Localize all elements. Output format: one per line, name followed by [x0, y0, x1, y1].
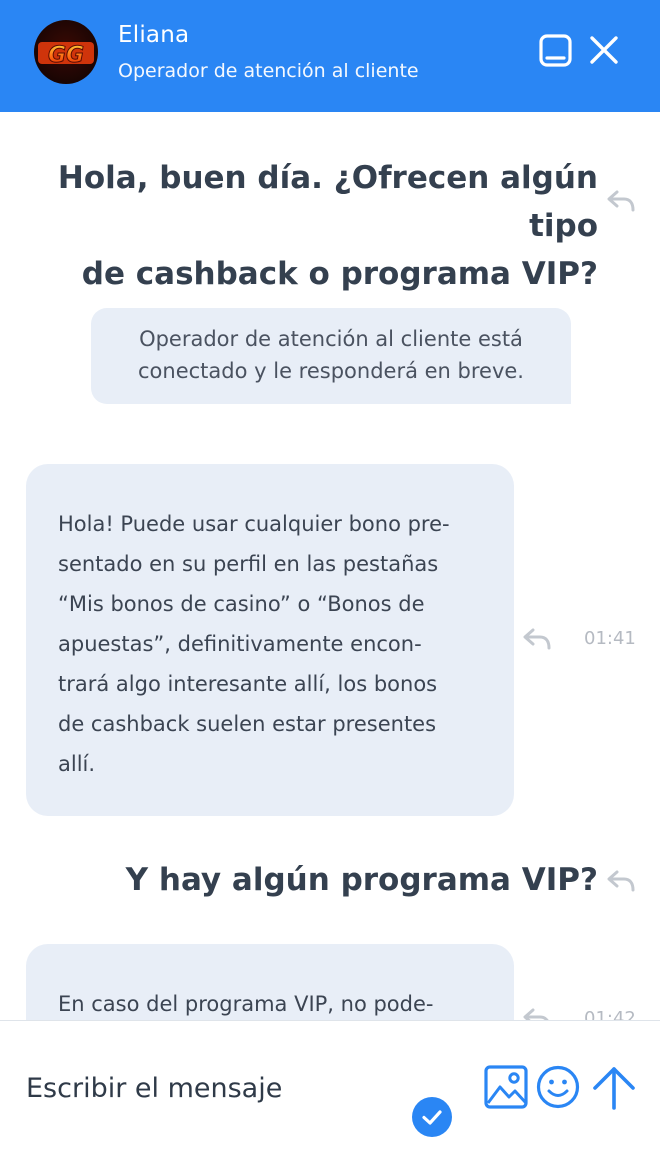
chat-messages[interactable]: Hola, buen día. ¿Ofrecen algún tipo de c… — [0, 112, 660, 1020]
reply-icon[interactable] — [520, 624, 554, 654]
message-line: conectado y le responderá en breve. — [138, 359, 524, 383]
message-line: Operador de atención al cliente está — [139, 327, 523, 351]
message-line: trará algo interesante allí, los bonos — [58, 672, 438, 696]
message-line: de cashback suelen estar presentes — [58, 712, 437, 736]
reply-icon[interactable] — [604, 866, 638, 896]
operator-message: En caso del programa VIP, no pode- — [26, 944, 514, 1020]
message-line: apuestas”, definitivamente encon- — [58, 632, 422, 656]
emoji-icon[interactable] — [536, 1065, 580, 1109]
message-line: Y hay algún programa VIP? — [125, 862, 598, 898]
message-line: “Mis bonos de casino” o “Bonos de — [58, 592, 425, 616]
message-time: 01:41 — [584, 628, 636, 649]
system-message: Operador de atención al cliente está con… — [91, 308, 571, 404]
avatar: GG — [34, 20, 98, 84]
check-badge — [412, 1097, 452, 1137]
message-line: sentado en su perfil en las pestañas — [58, 552, 439, 576]
close-icon — [590, 36, 618, 64]
svg-text:GG: GG — [48, 43, 84, 68]
minimize-window-icon — [539, 34, 572, 67]
gg-logo-icon: GG — [38, 42, 94, 69]
message-line: En caso del programa VIP, no pode- — [58, 992, 434, 1016]
check-icon — [422, 1110, 442, 1125]
message-line: Hola, buen día. ¿Ofrecen algún tipo — [57, 160, 598, 244]
minimize-button[interactable] — [536, 30, 576, 70]
agent-role: Operador de atención al cliente — [118, 60, 419, 82]
chat-header: GG Eliana Operador de atención al client… — [0, 0, 660, 112]
message-line: de cashback o programa VIP? — [81, 256, 598, 292]
user-message: Hola, buen día. ¿Ofrecen algún tipo de c… — [0, 154, 598, 298]
message-line: Hola! Puede usar cualquier bono pre- — [58, 512, 450, 536]
operator-message: Hola! Puede usar cualquier bono pre- sen… — [26, 464, 514, 816]
agent-name: Eliana — [118, 22, 190, 48]
message-line: allí. — [58, 752, 96, 776]
close-button[interactable] — [584, 30, 624, 70]
send-arrow-icon[interactable] — [590, 1063, 638, 1111]
user-message: Y hay algún programa VIP? — [126, 856, 598, 904]
image-icon[interactable] — [484, 1065, 528, 1109]
reply-icon[interactable] — [604, 186, 638, 216]
message-composer — [0, 1020, 660, 1149]
reply-icon[interactable] — [520, 1004, 554, 1020]
message-input[interactable] — [26, 1063, 406, 1113]
message-time: 01:42 — [584, 1008, 636, 1020]
